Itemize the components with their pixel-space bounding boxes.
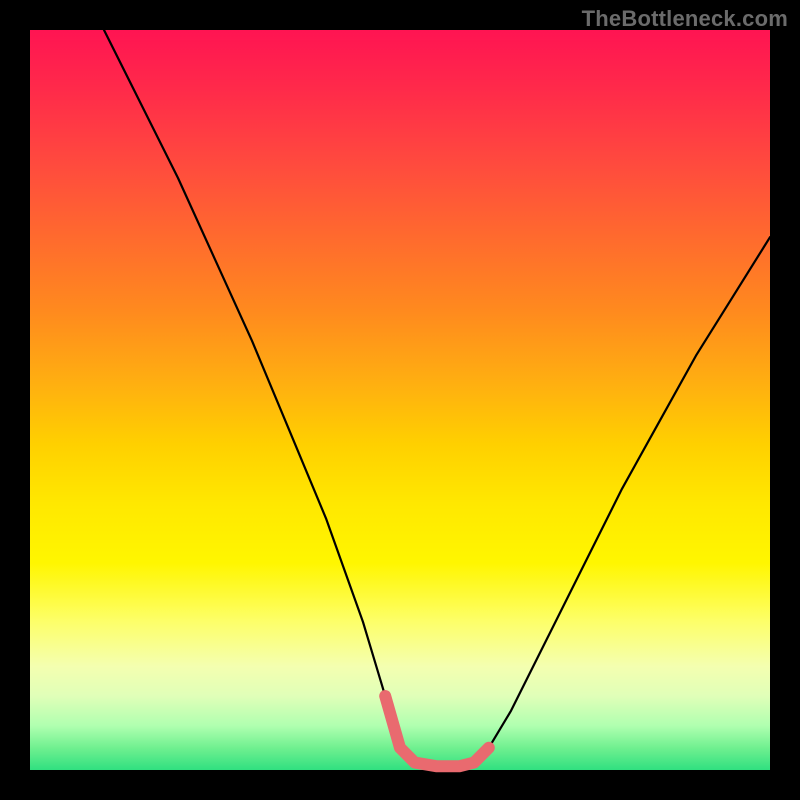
plot-area <box>30 30 770 770</box>
chart-svg <box>30 30 770 770</box>
highlight-line <box>385 696 489 766</box>
watermark-text: TheBottleneck.com <box>582 6 788 32</box>
chart-stage: TheBottleneck.com <box>0 0 800 800</box>
curve-line <box>104 30 770 766</box>
